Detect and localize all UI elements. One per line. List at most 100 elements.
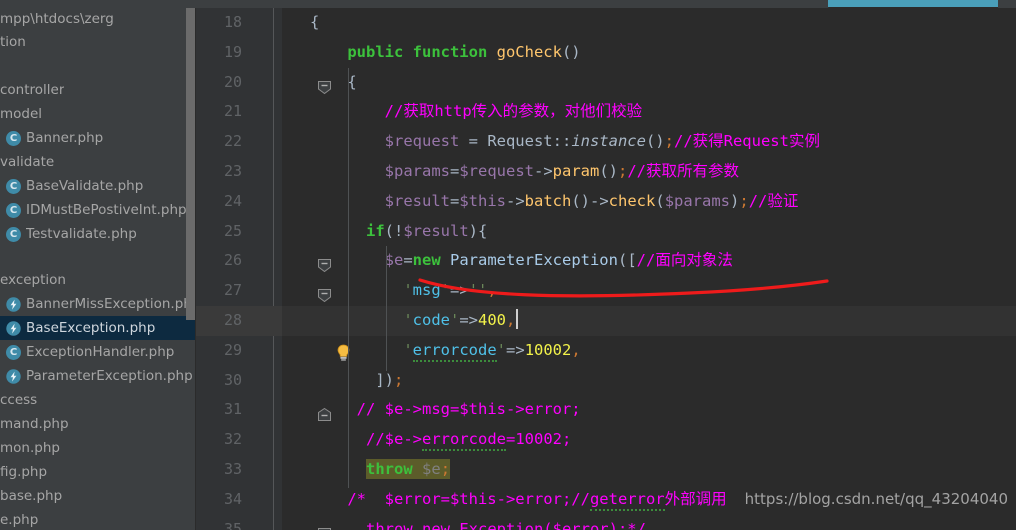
line-number: 18 [223, 13, 242, 31]
code-line[interactable]: 31 // $e->msg=$this->error; [196, 395, 1016, 425]
tree-item-ccess[interactable]: ccess [0, 388, 196, 412]
fold-marker-icon[interactable] [266, 519, 281, 530]
tree-item-model[interactable]: model [0, 102, 196, 126]
class-icon [6, 178, 21, 194]
code-line[interactable]: 18 { [196, 8, 1016, 38]
tree-item-testvalidate-php[interactable]: Testvalidate.php [0, 222, 196, 246]
tree-item-baseexception-php[interactable]: BaseException.php [0, 316, 196, 340]
fold-marker-icon[interactable] [266, 224, 331, 273]
class-icon [6, 226, 21, 242]
tree-item-label: BaseValidate.php [26, 178, 144, 194]
lightbulb-icon[interactable] [284, 312, 350, 361]
line-text: 'code'=>400, [310, 306, 519, 336]
active-tab-underline[interactable] [828, 0, 998, 7]
inline-comment: //获取http传入的参数，对他们校验 [384, 102, 643, 121]
code-line[interactable]: 25 if(!$result){ [196, 217, 1016, 273]
tree-item-label: IDMustBePostiveInt.php [26, 202, 187, 218]
tree-item-path[interactable]: mpp\htdocs\zerg [0, 8, 196, 30]
line-text: { [310, 13, 320, 31]
tree-item-fig-php[interactable]: fig.php [0, 460, 196, 484]
line-text: $params=$request->param();//获取所有参数 [384, 161, 740, 180]
code-line[interactable]: 32 //$e->errorcode=10002; [196, 425, 1016, 455]
inline-comment: //验证 [748, 191, 799, 210]
line-number: 24 [223, 191, 242, 210]
throw-variable: $e [422, 459, 441, 478]
code-line[interactable]: 26 $e=new ParameterException([//面向对象法 [196, 246, 1016, 303]
fold-marker-icon[interactable] [266, 253, 331, 303]
tab-strip-seg [778, 0, 829, 8]
tree-item-label: BaseException.php [26, 320, 156, 336]
code-line[interactable]: 30 ]); [196, 366, 1016, 422]
keyword-throw: throw [366, 459, 413, 478]
line-number: 28 [223, 310, 242, 329]
exception-icon [6, 296, 21, 312]
tree-item-base-php[interactable]: base.php [0, 484, 196, 508]
tab-strip-seg [56, 0, 201, 8]
tree-item-validate[interactable]: validate [0, 150, 196, 174]
code-line[interactable]: 24 $result=$this->batch()->check($params… [196, 187, 1016, 217]
code-line[interactable]: 27 'msg'=>'', [196, 276, 1016, 306]
code-line[interactable]: 29 'errorcode'=>10002, [196, 336, 1016, 366]
tree-item-label: exception [0, 272, 66, 288]
tree-item-exceptionhandler-php[interactable]: ExceptionHandler.php [0, 340, 196, 364]
code-line[interactable]: 21 //获取http传入的参数，对他们校验 [196, 97, 1016, 127]
project-tree[interactable]: mpp\htdocs\zerg tion controller model Ba… [0, 8, 196, 530]
tree-item-tion[interactable]: tion [0, 30, 196, 54]
code-line[interactable]: 33 throw $e; [196, 455, 1016, 485]
line-text: 'msg'=>'', [403, 281, 497, 300]
tree-item-parameterexception-php[interactable]: ParameterException.php [0, 364, 196, 388]
tab-strip-seg [0, 0, 15, 8]
tree-item-bannermissexception-php[interactable]: BannerMissException.php [0, 292, 196, 316]
code-line[interactable]: 19 public function goCheck() [196, 38, 1016, 94]
line-text: throw $e; [310, 455, 451, 485]
fold-marker-icon[interactable] [266, 492, 331, 530]
array-key-errorcode: errorcode [412, 340, 497, 362]
code-line[interactable]: 22 $request = Request::instance();//获得Re… [196, 127, 1016, 157]
tree-item-basevalidate-php[interactable]: BaseValidate.php [0, 174, 196, 198]
highlighted-throw-statement: throw $e; [366, 458, 451, 479]
tree-item-exception[interactable]: exception [0, 268, 196, 292]
class-icon [6, 130, 21, 146]
project-tree-sidebar[interactable]: mpp\htdocs\zerg tion controller model Ba… [0, 0, 196, 530]
tree-item-controller[interactable]: controller [0, 78, 196, 102]
line-number: 22 [223, 132, 242, 151]
line-number: 35 [223, 519, 242, 530]
code-lines[interactable]: 18 { 19 public function goCheck() 20 {2… [196, 8, 1016, 530]
tree-item-label: ParameterException.php [26, 368, 193, 384]
tree-item-mon-php[interactable]: mon.php [0, 436, 196, 460]
code-line[interactable]: 20 { [196, 68, 1016, 98]
code-line[interactable]: 23 $params=$request->param();//获取所有参数 [196, 157, 1016, 187]
tree-item-banner-php[interactable]: Banner.php [0, 126, 196, 150]
code-editor[interactable]: 18 { 19 public function goCheck() 20 {2… [196, 0, 1016, 530]
line-text: throw new Exception($error);*/ [366, 519, 646, 530]
code-line-current[interactable]: 28 'code'=>400, [196, 305, 1016, 361]
tree-item-label: model [0, 106, 43, 122]
tree-item-label: BannerMissException.php [26, 296, 196, 312]
indent-guide [386, 246, 387, 371]
line-number: 29 [223, 340, 242, 359]
inline-comment: //获得Request实例 [673, 132, 820, 151]
array-key-code: code [412, 310, 450, 329]
tab-strip-seg [14, 0, 57, 8]
line-text: $result=$this->batch()->check($params);/… [384, 191, 799, 210]
tree-item-idmustbepostiveint-php[interactable]: IDMustBePostiveInt.php [0, 198, 196, 222]
code-line[interactable]: 35 throw new Exception($error);*/ [196, 515, 1016, 530]
tree-item-label: fig.php [0, 464, 48, 480]
line-text: // $e->msg=$this->error; [356, 400, 581, 419]
top-tab-strip [0, 0, 1016, 8]
tree-item-e-php[interactable]: e.php [0, 508, 196, 530]
line-text: ]); [375, 370, 404, 389]
tree-item-label: ExceptionHandler.php [26, 344, 175, 360]
line-text: 'errorcode'=>10002, [310, 336, 581, 366]
sidebar-scrollbar[interactable] [186, 8, 195, 320]
tree-item-label: mpp\htdocs\zerg [0, 11, 114, 27]
fold-marker-icon[interactable] [266, 373, 331, 422]
fold-marker-icon[interactable] [266, 45, 331, 94]
tree-item-mand-php[interactable]: mand.php [0, 412, 196, 436]
text-caret [516, 308, 519, 329]
exception-icon [6, 320, 21, 336]
line-text: //$e->errorcode=10002; [310, 425, 571, 455]
watermark-text: https://blog.csdn.net/qq_43204040 [744, 490, 1008, 508]
tab-strip-seg [998, 0, 1016, 8]
class-icon [6, 344, 21, 360]
